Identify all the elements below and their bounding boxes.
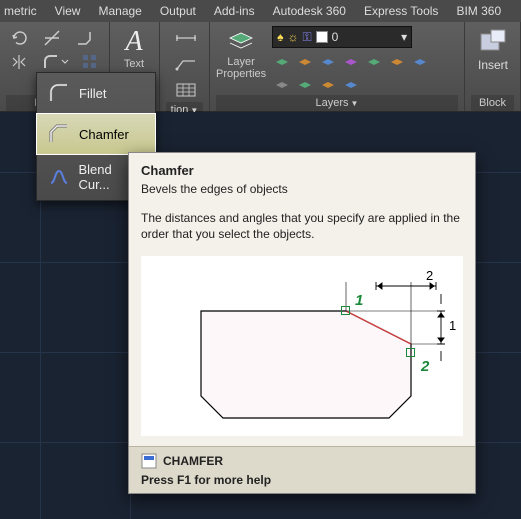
fillet-split-button[interactable] <box>36 50 73 74</box>
trim-icon <box>42 28 62 48</box>
dropdown-item-chamfer[interactable]: Chamfer <box>36 113 156 155</box>
insert-button[interactable]: Insert <box>471 26 515 72</box>
sun-icon: ☼ <box>288 30 299 44</box>
menu-manage[interactable]: Manage <box>98 4 141 18</box>
text-icon: A <box>125 26 142 58</box>
rotate-button[interactable] <box>6 26 34 50</box>
menu-expresstools[interactable]: Express Tools <box>364 4 438 18</box>
mirror-icon <box>9 52 29 72</box>
menu-bim360[interactable]: BIM 360 <box>456 4 501 18</box>
diagram-point-2: 2 <box>421 358 429 375</box>
tooltip-footer: CHAMFER Press F1 for more help <box>129 446 475 493</box>
menu-output[interactable]: Output <box>160 4 196 18</box>
array-button[interactable] <box>77 50 103 74</box>
panel-layers: Layer Properties ♠ ☼ ⚿ 0 ▾ <box>210 22 465 111</box>
leader-button[interactable] <box>166 52 206 76</box>
menubar: metric View Manage Output Add-ins Autode… <box>0 0 521 22</box>
panel-annotation-dim: tion▼ <box>160 22 210 111</box>
tooltip-body: The distances and angles that you specif… <box>129 204 475 252</box>
chevron-down-icon <box>61 58 69 66</box>
layer-tool-10[interactable] <box>318 75 338 95</box>
text-button[interactable]: A Text <box>116 26 152 76</box>
layer-tool-9[interactable] <box>295 75 315 95</box>
blend-curve-icon <box>47 165 71 189</box>
tooltip-diagram: 1 2 2 1 <box>141 256 463 436</box>
layer-properties-button[interactable]: Layer Properties <box>216 26 266 80</box>
layer-tool-2[interactable] <box>295 52 315 72</box>
panel-label-layers[interactable]: Layers▼ <box>216 95 458 111</box>
dropdown-label-fillet: Fillet <box>79 86 106 101</box>
diagram-dim-1: 1 <box>449 318 456 333</box>
fillet-icon <box>41 52 61 72</box>
pick-handle-1 <box>341 306 350 315</box>
insert-icon <box>477 28 509 56</box>
layer-tool-8[interactable] <box>272 75 292 95</box>
lock-icon: ⚿ <box>303 30 312 45</box>
dim-linear-button[interactable] <box>166 26 206 50</box>
diagram-dim-2: 2 <box>426 268 433 283</box>
rotate-icon <box>10 28 30 48</box>
dropdown-label-chamfer: Chamfer <box>79 127 129 142</box>
layer-tool-6[interactable] <box>387 52 407 72</box>
layer-properties-icon <box>226 26 256 56</box>
tooltip-title: Chamfer <box>129 153 475 182</box>
tooltip-subtitle: Bevels the edges of objects <box>129 182 475 204</box>
array-icon <box>80 52 100 72</box>
chevron-down-icon: ▾ <box>401 30 407 44</box>
layer-tool-3[interactable] <box>318 52 338 72</box>
pick-handle-2 <box>406 348 415 357</box>
diagram-point-1: 1 <box>355 292 363 309</box>
chamfer-icon <box>47 122 71 146</box>
dropdown-item-fillet[interactable]: Fillet <box>37 73 155 114</box>
layer-tool-7[interactable] <box>410 52 430 72</box>
dim-linear-icon <box>174 30 198 46</box>
command-icon <box>141 453 157 469</box>
mirror-button[interactable] <box>6 50 32 74</box>
panel-label-block[interactable]: Block <box>471 95 514 111</box>
table-icon <box>174 82 198 98</box>
layer-tool-5[interactable] <box>364 52 384 72</box>
tooltip-chamfer: Chamfer Bevels the edges of objects The … <box>128 152 476 494</box>
tooltip-command: CHAMFER <box>163 454 223 468</box>
menu-autodesk360[interactable]: Autodesk 360 <box>273 4 346 18</box>
text-label: Text <box>124 58 144 70</box>
layer-name: 0 <box>332 30 339 44</box>
menu-addins[interactable]: Add-ins <box>214 4 255 18</box>
layer-tool-row <box>272 52 452 95</box>
panel-block: Insert Block <box>465 22 521 111</box>
menu-metric[interactable]: metric <box>4 4 37 18</box>
leader-icon <box>174 56 198 72</box>
trim-button[interactable] <box>38 26 66 50</box>
menu-view[interactable]: View <box>55 4 81 18</box>
layer-tool-11[interactable] <box>341 75 361 95</box>
misc-button-1[interactable] <box>70 26 98 50</box>
lightbulb-icon: ♠ <box>277 30 283 44</box>
layer-tool-4[interactable] <box>341 52 361 72</box>
fillet-icon <box>47 81 71 105</box>
corner-icon <box>74 28 94 48</box>
layer-tool-1[interactable] <box>272 52 292 72</box>
layer-color-swatch <box>316 31 328 43</box>
layer-selector[interactable]: ♠ ☼ ⚿ 0 ▾ <box>272 26 412 48</box>
table-button[interactable] <box>166 78 206 102</box>
tooltip-help: Press F1 for more help <box>141 469 463 487</box>
